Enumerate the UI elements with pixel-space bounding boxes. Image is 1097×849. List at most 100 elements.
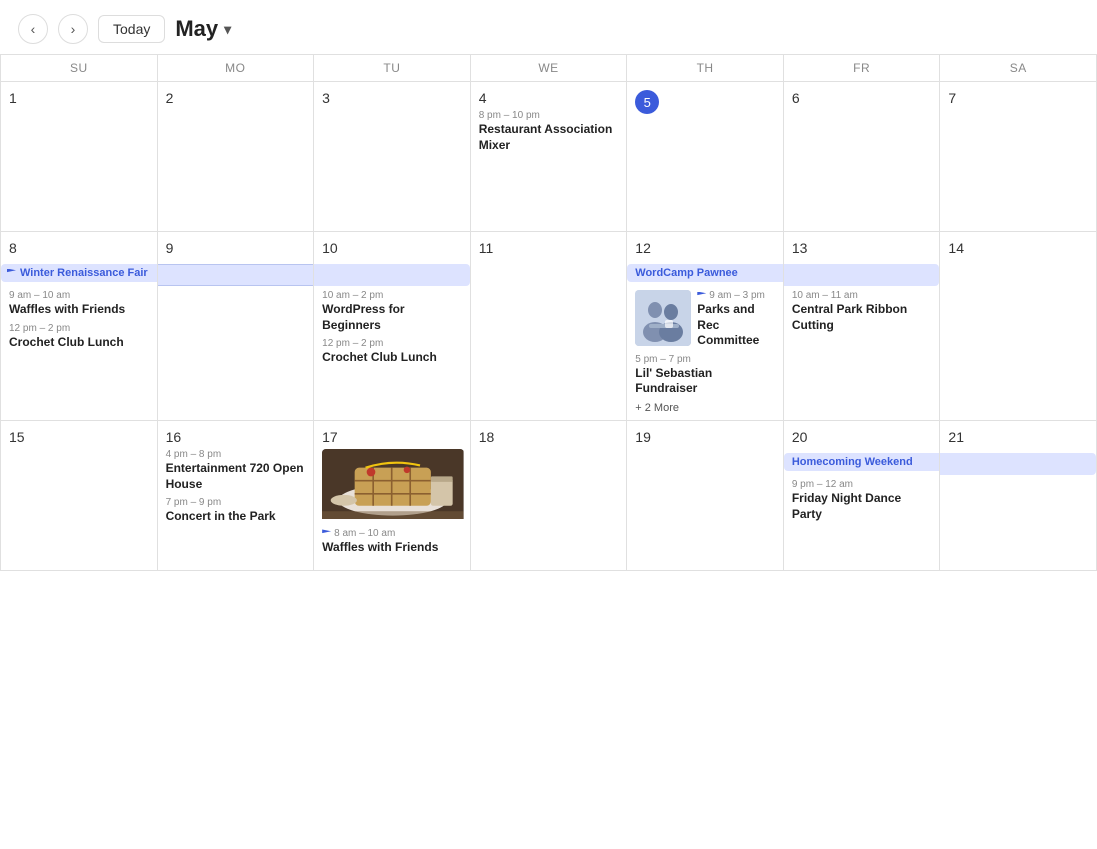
day-16[interactable]: 16 4 pm – 8 pm Entertainment 720 Open Ho…	[158, 421, 315, 571]
day-14[interactable]: 14	[940, 232, 1097, 421]
day-20[interactable]: 20 Homecoming Weekend 9 pm – 12 am Frida…	[784, 421, 941, 571]
day-header-fr: FR	[784, 55, 941, 82]
event-time: 10 am – 11 am	[792, 290, 934, 301]
day-number-19: 19	[635, 429, 651, 445]
day-number-16: 16	[166, 429, 182, 445]
day-header-we: WE	[471, 55, 628, 82]
day-header-th: TH	[627, 55, 784, 82]
day-number-13: 13	[792, 240, 808, 256]
event-concert-park[interactable]: 7 pm – 9 pm Concert in the Park	[166, 497, 308, 525]
wordcamp-label: WordCamp Pawnee	[635, 267, 738, 279]
event-title: WordPress for Beginners	[322, 302, 464, 333]
prev-button[interactable]: ‹	[18, 14, 48, 44]
day-number-10: 10	[322, 240, 338, 256]
event-title: Concert in the Park	[166, 509, 308, 525]
event-waffles-friends-8[interactable]: 9 am – 10 am Waffles with Friends	[9, 290, 151, 318]
event-waffles-17[interactable]: 8 am – 10 am Waffles with Friends	[322, 449, 464, 556]
day-5[interactable]: 5	[627, 82, 784, 232]
event-time: 7 pm – 9 pm	[166, 497, 308, 508]
next-button[interactable]: ›	[58, 14, 88, 44]
day-number-21: 21	[948, 429, 964, 445]
flag-icon-parks-rec	[697, 292, 706, 301]
event-time: 12 pm – 2 pm	[9, 323, 151, 334]
day-13[interactable]: 13 10 am – 11 am Central Park Ribbon Cut…	[784, 232, 941, 421]
event-time: 8 am – 10 am	[334, 528, 395, 539]
day-10[interactable]: 10 10 am – 2 pm WordPress for Beginners …	[314, 232, 471, 421]
day-number-14: 14	[948, 240, 964, 256]
day-header-su: SU	[1, 55, 158, 82]
flag-icon-waffles-17	[322, 529, 331, 538]
event-title: Lil' Sebastian Fundraiser	[635, 366, 777, 397]
calendar-grid: SU MO TU WE TH FR SA 1 2 3 4 8 pm – 10 p…	[0, 54, 1097, 571]
parks-rec-committee-title: Parks and Rec Committee	[697, 302, 777, 349]
month-title[interactable]: May ▾	[175, 16, 231, 42]
day-3[interactable]: 3	[314, 82, 471, 232]
event-thumbnail-people	[635, 290, 691, 346]
waffles-friends-17-title: Waffles with Friends	[322, 540, 464, 556]
event-restaurant-mixer[interactable]: 8 pm – 10 pm Restaurant Association Mixe…	[479, 110, 621, 153]
event-title: Central Park Ribbon Cutting	[792, 302, 934, 333]
day-17[interactable]: 17	[314, 421, 471, 571]
today-button[interactable]: Today	[98, 15, 165, 43]
day-7[interactable]: 7	[940, 82, 1097, 232]
day-21[interactable]: 21	[940, 421, 1097, 571]
more-events-link[interactable]: + 2 More	[635, 402, 777, 414]
calendar-header: ‹ › Today May ▾	[0, 0, 1097, 54]
day-header-sa: SA	[940, 55, 1097, 82]
event-title: Crochet Club Lunch	[9, 335, 151, 351]
day-number-8: 8	[9, 240, 17, 256]
event-wordpress-beginners[interactable]: 10 am – 2 pm WordPress for Beginners	[322, 290, 464, 333]
event-time: 12 pm – 2 pm	[322, 338, 464, 349]
event-friday-night-dance[interactable]: 9 pm – 12 am Friday Night Dance Party	[792, 479, 934, 522]
day-9[interactable]: 9	[158, 232, 315, 421]
day-number-20: 20	[792, 429, 808, 445]
event-title: Restaurant Association Mixer	[479, 122, 621, 153]
day-2[interactable]: 2	[158, 82, 315, 232]
chevron-down-icon: ▾	[224, 21, 231, 38]
day-number-2: 2	[166, 90, 174, 106]
event-title: Entertainment 720 Open House	[166, 461, 308, 492]
event-central-park-ribbon[interactable]: 10 am – 11 am Central Park Ribbon Cuttin…	[792, 290, 934, 333]
event-time: 5 pm – 7 pm	[635, 354, 777, 365]
day-4[interactable]: 4 8 pm – 10 pm Restaurant Association Mi…	[471, 82, 628, 232]
event-parks-rec-image[interactable]: 9 am – 3 pm Parks and Rec Committee	[635, 290, 777, 349]
day-header-tu: TU	[314, 55, 471, 82]
day-15[interactable]: 15	[1, 421, 158, 571]
flag-icon-winter-fair	[7, 269, 16, 278]
event-title: Waffles with Friends	[9, 302, 151, 318]
day-number-11: 11	[479, 240, 494, 256]
day-number-1: 1	[9, 90, 17, 106]
month-label: May	[175, 16, 218, 42]
winter-fair-label: Winter Renaissance Fair	[20, 267, 148, 279]
day-number-9: 9	[166, 240, 174, 256]
day-number-7: 7	[948, 90, 956, 106]
day-number-5: 5	[635, 90, 659, 114]
event-crochet-lunch-8[interactable]: 12 pm – 2 pm Crochet Club Lunch	[9, 323, 151, 351]
day-number-12: 12	[635, 240, 651, 256]
event-entertainment-720[interactable]: 4 pm – 8 pm Entertainment 720 Open House	[166, 449, 308, 492]
event-time: 9 pm – 12 am	[792, 479, 934, 490]
event-time: 9 am – 10 am	[9, 290, 151, 301]
day-number-15: 15	[9, 429, 25, 445]
event-time: 4 pm – 8 pm	[166, 449, 308, 460]
day-header-mo: MO	[158, 55, 315, 82]
day-12[interactable]: 12 WordCamp Pawnee	[627, 232, 784, 421]
day-18[interactable]: 18	[471, 421, 628, 571]
event-sebastian-fundraiser[interactable]: 5 pm – 7 pm Lil' Sebastian Fundraiser	[635, 354, 777, 397]
day-1[interactable]: 1	[1, 82, 158, 232]
event-time: 9 am – 3 pm	[709, 290, 765, 301]
event-title: Crochet Club Lunch	[322, 350, 464, 366]
day-number-3: 3	[322, 90, 330, 106]
day-8[interactable]: 8 Winter Renaissance Fair 9 am – 10 am W…	[1, 232, 158, 421]
event-time: 8 pm – 10 pm	[479, 110, 621, 121]
day-6[interactable]: 6	[784, 82, 941, 232]
day-number-17: 17	[322, 429, 338, 445]
day-number-18: 18	[479, 429, 495, 445]
day-number-4: 4	[479, 90, 487, 106]
day-11[interactable]: 11	[471, 232, 628, 421]
friday-night-dance-title: Friday Night Dance Party	[792, 491, 934, 522]
event-time: 10 am – 2 pm	[322, 290, 464, 301]
homecoming-weekend-label: Homecoming Weekend	[792, 456, 913, 468]
day-19[interactable]: 19	[627, 421, 784, 571]
event-crochet-lunch-10[interactable]: 12 pm – 2 pm Crochet Club Lunch	[322, 338, 464, 366]
